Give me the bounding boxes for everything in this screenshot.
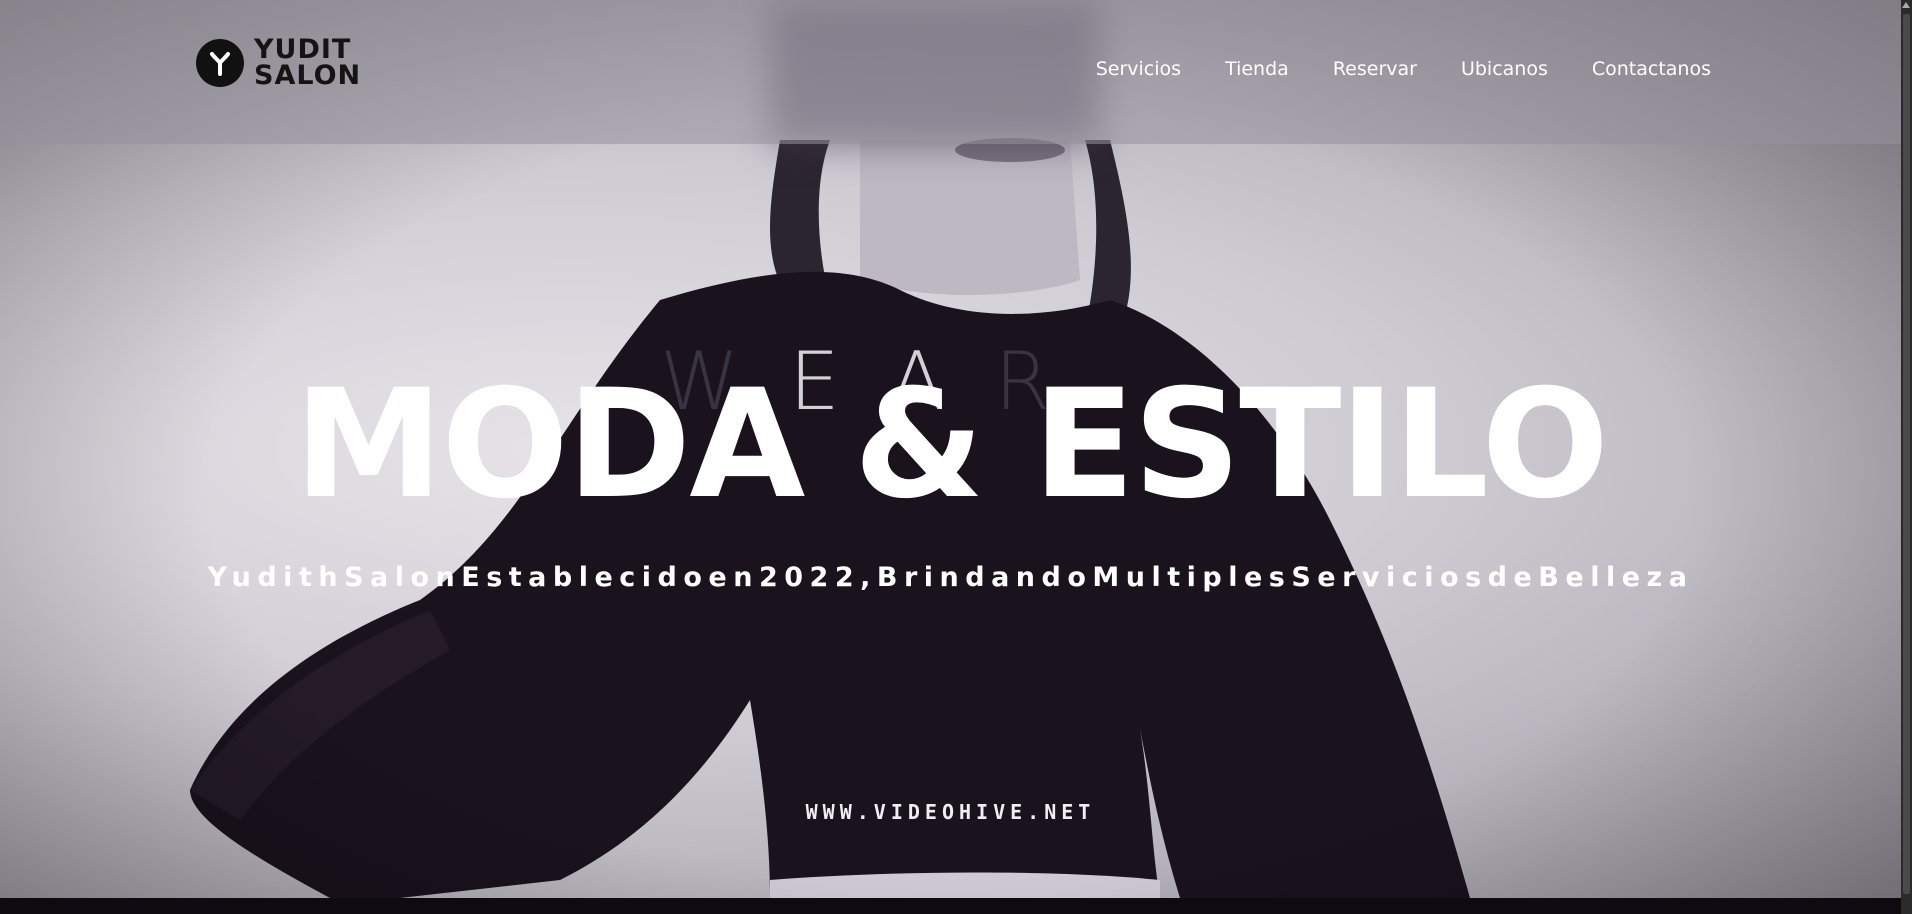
brand-name: YUDIT SALON: [254, 36, 362, 91]
nav-item-ubicanos[interactable]: Ubicanos: [1461, 58, 1548, 80]
brand-name-line2: SALON: [254, 60, 362, 91]
site-header: YUDIT SALON Servicios Tienda Reservar Ub…: [0, 0, 1901, 144]
scroll-up-arrow-icon[interactable]: [1902, 2, 1910, 8]
y-monogram-icon: [196, 39, 244, 87]
hero-title: MODA & ESTILO: [293, 358, 1609, 532]
video-watermark: WWW.VIDEOHIVE.NET: [805, 800, 1096, 824]
brand-logo-link[interactable]: YUDIT SALON: [196, 36, 362, 91]
nav-item-tienda[interactable]: Tienda: [1225, 58, 1289, 80]
nav-item-reservar[interactable]: Reservar: [1333, 58, 1417, 80]
page-viewport: W E A R MODA & ESTILO YudithSalonEstable…: [0, 0, 1901, 898]
main-nav: Servicios Tienda Reservar Ubicanos Conta…: [1096, 58, 1711, 80]
nav-item-contactanos[interactable]: Contactanos: [1592, 58, 1711, 80]
hero-subtitle: YudithSalonEstablecidoen2022,BrindandoMu…: [207, 562, 1694, 593]
nav-item-servicios[interactable]: Servicios: [1096, 58, 1181, 80]
scrollbar-thumb[interactable]: [1903, 14, 1910, 894]
page-bottom-edge: [0, 898, 1912, 914]
vertical-scrollbar[interactable]: [1901, 0, 1912, 914]
